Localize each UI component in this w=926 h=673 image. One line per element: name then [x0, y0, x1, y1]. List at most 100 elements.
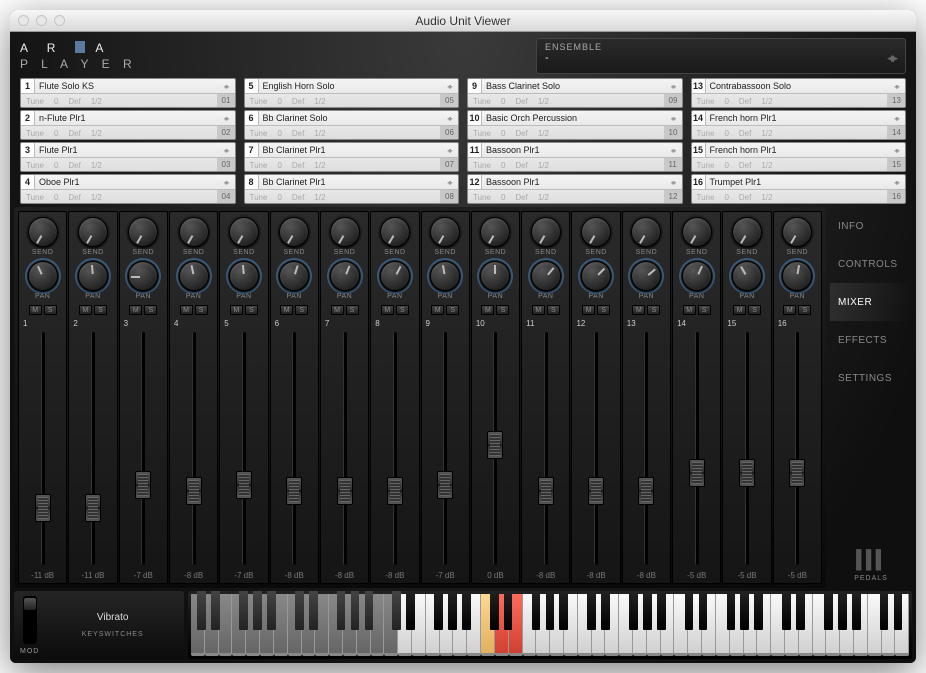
white-key[interactable]	[550, 594, 564, 656]
fader-handle[interactable]	[487, 431, 503, 459]
send-knob[interactable]	[430, 217, 460, 247]
pan-knob[interactable]	[28, 261, 58, 291]
white-key[interactable]	[661, 594, 675, 656]
send-knob[interactable]	[330, 217, 360, 247]
slot-stepper-icon[interactable]: ◂▸	[217, 146, 235, 155]
mute-button[interactable]: M	[129, 305, 142, 315]
solo-button[interactable]: S	[295, 305, 308, 315]
white-key[interactable]	[329, 594, 343, 656]
slot-stepper-icon[interactable]: ◂▸	[217, 114, 235, 123]
white-key[interactable]	[688, 594, 702, 656]
send-knob[interactable]	[531, 217, 561, 247]
instrument-slot[interactable]: 3Flute Plr1◂▸Tune0Def1/203	[20, 142, 236, 172]
pan-knob[interactable]	[782, 261, 812, 291]
mute-button[interactable]: M	[683, 305, 696, 315]
slot-stepper-icon[interactable]: ◂▸	[887, 114, 905, 123]
white-key[interactable]	[523, 594, 537, 656]
send-knob[interactable]	[782, 217, 812, 247]
pan-knob[interactable]	[179, 261, 209, 291]
slot-stepper-icon[interactable]: ◂▸	[440, 82, 458, 91]
preset-selector[interactable]: ENSEMBLE - ◀▶	[536, 38, 906, 74]
instrument-slot[interactable]: 6Bb Clarinet Solo◂▸Tune0Def1/206	[244, 110, 460, 140]
send-knob[interactable]	[28, 217, 58, 247]
slot-stepper-icon[interactable]: ◂▸	[664, 114, 682, 123]
solo-button[interactable]: S	[597, 305, 610, 315]
white-key[interactable]	[757, 594, 771, 656]
minimize-icon[interactable]	[36, 15, 47, 26]
white-key[interactable]	[813, 594, 827, 656]
preset-stepper-icon[interactable]: ◀▶	[887, 53, 895, 64]
white-key[interactable]	[274, 594, 288, 656]
white-key[interactable]	[246, 594, 260, 656]
instrument-slot[interactable]: 13Contrabassoon Solo◂▸Tune0Def1/213	[691, 78, 907, 108]
pan-knob[interactable]	[128, 261, 158, 291]
white-key[interactable]	[357, 594, 371, 656]
pan-knob[interactable]	[229, 261, 259, 291]
white-key[interactable]	[191, 594, 205, 656]
white-key[interactable]	[219, 594, 233, 656]
white-key[interactable]	[509, 594, 523, 656]
solo-button[interactable]: S	[496, 305, 509, 315]
tab-mixer[interactable]: MIXER	[830, 283, 912, 321]
solo-button[interactable]: S	[144, 305, 157, 315]
send-knob[interactable]	[380, 217, 410, 247]
send-knob[interactable]	[179, 217, 209, 247]
white-key[interactable]	[467, 594, 481, 656]
mute-button[interactable]: M	[481, 305, 494, 315]
fader-handle[interactable]	[286, 477, 302, 505]
mute-button[interactable]: M	[582, 305, 595, 315]
fader-handle[interactable]	[689, 459, 705, 487]
white-key[interactable]	[882, 594, 896, 656]
tab-settings[interactable]: SETTINGS	[830, 359, 912, 397]
mod-wheel[interactable]	[23, 596, 37, 644]
white-key[interactable]	[868, 594, 882, 656]
white-key[interactable]	[633, 594, 647, 656]
fader-handle[interactable]	[739, 459, 755, 487]
fader-handle[interactable]	[35, 494, 51, 522]
mute-button[interactable]: M	[29, 305, 42, 315]
instrument-slot[interactable]: 10Basic Orch Percussion◂▸Tune0Def1/210	[467, 110, 683, 140]
fader-handle[interactable]	[538, 477, 554, 505]
slot-stepper-icon[interactable]: ◂▸	[440, 146, 458, 155]
solo-button[interactable]: S	[647, 305, 660, 315]
white-key[interactable]	[647, 594, 661, 656]
mute-button[interactable]: M	[783, 305, 796, 315]
solo-button[interactable]: S	[698, 305, 711, 315]
instrument-slot[interactable]: 9Bass Clarinet Solo◂▸Tune0Def1/209	[467, 78, 683, 108]
send-knob[interactable]	[128, 217, 158, 247]
solo-button[interactable]: S	[396, 305, 409, 315]
white-key[interactable]	[702, 594, 716, 656]
fader-track[interactable]	[422, 332, 469, 565]
white-key[interactable]	[744, 594, 758, 656]
mute-button[interactable]: M	[230, 305, 243, 315]
send-knob[interactable]	[229, 217, 259, 247]
white-key[interactable]	[716, 594, 730, 656]
slot-stepper-icon[interactable]: ◂▸	[887, 146, 905, 155]
tab-controls[interactable]: CONTROLS	[830, 245, 912, 283]
slot-stepper-icon[interactable]: ◂▸	[664, 82, 682, 91]
instrument-slot[interactable]: 16Trumpet Plr1◂▸Tune0Def1/216	[691, 174, 907, 204]
slot-stepper-icon[interactable]: ◂▸	[887, 178, 905, 187]
pan-knob[interactable]	[531, 261, 561, 291]
pan-knob[interactable]	[631, 261, 661, 291]
white-key[interactable]	[302, 594, 316, 656]
fader-track[interactable]	[774, 332, 821, 565]
instrument-slot[interactable]: 5English Horn Solo◂▸Tune0Def1/205	[244, 78, 460, 108]
white-key[interactable]	[840, 594, 854, 656]
fader-handle[interactable]	[85, 494, 101, 522]
white-key[interactable]	[619, 594, 633, 656]
white-key[interactable]	[592, 594, 606, 656]
fader-track[interactable]	[371, 332, 418, 565]
fader-handle[interactable]	[236, 471, 252, 499]
fader-track[interactable]	[472, 332, 519, 565]
send-knob[interactable]	[631, 217, 661, 247]
fader-handle[interactable]	[337, 477, 353, 505]
send-knob[interactable]	[78, 217, 108, 247]
white-key[interactable]	[426, 594, 440, 656]
fader-track[interactable]	[723, 332, 770, 565]
white-key[interactable]	[315, 594, 329, 656]
fader-track[interactable]	[170, 332, 217, 565]
fader-handle[interactable]	[437, 471, 453, 499]
white-key[interactable]	[412, 594, 426, 656]
instrument-slot[interactable]: 7Bb Clarinet Plr1◂▸Tune0Def1/207	[244, 142, 460, 172]
